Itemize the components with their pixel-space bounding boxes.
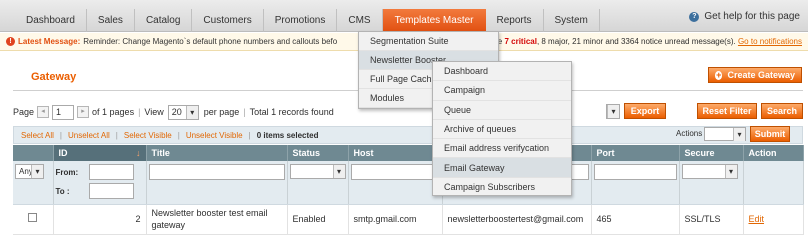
create-gateway-label: Create Gateway: [727, 70, 795, 80]
col-host[interactable]: Host: [348, 145, 443, 161]
reset-filter-button[interactable]: Reset Filter: [697, 103, 757, 119]
help-label: Get help for this page: [704, 11, 800, 22]
newsletter-booster-submenu: Dashboard Campaign Queue Archive of queu…: [432, 61, 572, 196]
row-user: newsletterboostertest@gmail.com: [442, 204, 592, 235]
host-filter-input[interactable]: [350, 164, 440, 180]
submenu-item-campaign-subscribers[interactable]: Campaign Subscribers: [433, 178, 571, 197]
table-row[interactable]: 2 Newsletter booster test email gateway …: [13, 204, 804, 235]
notifications-link[interactable]: Go to notifications: [738, 37, 802, 46]
sort-desc-icon: ↓: [136, 148, 141, 158]
message-text: Reminder: Change Magento`s default phone…: [83, 37, 338, 46]
menu-item-segmentation-suite[interactable]: Segmentation Suite: [359, 32, 498, 51]
id-to-label: To :: [55, 186, 70, 196]
row-id: 2: [53, 204, 147, 235]
export-format-select[interactable]: [606, 104, 620, 119]
help-icon: ?: [689, 11, 700, 22]
submenu-item-queue[interactable]: Queue: [433, 101, 571, 120]
prev-page-arrow-icon[interactable]: ◂: [37, 106, 50, 118]
col-title[interactable]: Title: [146, 145, 288, 161]
nav-dashboard[interactable]: Dashboard: [15, 9, 87, 32]
submenu-item-archive-of-queues[interactable]: Archive of queues: [433, 120, 571, 140]
submenu-item-email-verification[interactable]: Email address verifycation: [433, 139, 571, 159]
row-title: Newsletter booster test email gateway: [146, 204, 288, 235]
unselect-visible-link[interactable]: Unselect Visible: [186, 131, 243, 140]
critical-count[interactable]: 7 critical: [504, 37, 536, 46]
submenu-item-dashboard[interactable]: Dashboard: [433, 62, 571, 82]
select-all-link[interactable]: Select All: [21, 131, 54, 140]
col-status[interactable]: Status: [287, 145, 349, 161]
col-port[interactable]: Port: [591, 145, 680, 161]
row-status: Enabled: [287, 204, 349, 235]
id-from-input[interactable]: [88, 164, 134, 180]
items-selected: 0 items selected: [256, 130, 319, 140]
row-port: 465: [591, 204, 680, 235]
col-massaction: [13, 145, 54, 161]
nav-customers[interactable]: Customers: [192, 9, 264, 32]
select-visible-link[interactable]: Select Visible: [124, 131, 172, 140]
nav-menu: Dashboard Sales Catalog Customers Promot…: [15, 9, 600, 33]
col-action: Action: [743, 145, 804, 161]
page-title: Gateway: [31, 71, 77, 83]
actions-label: Actions: [676, 129, 703, 138]
per-page-select[interactable]: 20: [167, 104, 199, 120]
nav-system[interactable]: System: [544, 9, 600, 32]
col-secure[interactable]: Secure: [679, 145, 744, 161]
submenu-item-campaign[interactable]: Campaign: [433, 81, 571, 101]
nav-reports[interactable]: Reports: [486, 9, 544, 32]
per-page-label: per page: [203, 107, 240, 117]
search-button[interactable]: Search: [761, 103, 803, 119]
row-checkbox[interactable]: [28, 213, 38, 222]
page-label: Page: [13, 107, 35, 117]
view-label: View: [144, 107, 164, 117]
create-gateway-button[interactable]: + Create Gateway: [708, 67, 802, 83]
nav-templates-master[interactable]: Templates Master: [382, 9, 486, 32]
message-label: Latest Message:: [18, 37, 81, 46]
massaction-filter-select[interactable]: Any: [15, 164, 44, 179]
title-filter-input[interactable]: [148, 164, 285, 180]
row-secure: SSL/TLS: [679, 204, 744, 235]
help-link[interactable]: ? Get help for this page: [689, 11, 800, 22]
status-filter-select[interactable]: [289, 164, 346, 179]
secure-filter-select[interactable]: [681, 164, 738, 179]
page-input[interactable]: 1: [52, 104, 75, 120]
col-id[interactable]: ID ↓: [53, 145, 147, 161]
next-page-arrow-icon[interactable]: ▸: [77, 106, 90, 118]
id-to-input[interactable]: [88, 183, 134, 199]
of-pages: of 1 pages: [92, 107, 135, 117]
port-filter-input[interactable]: [593, 164, 677, 180]
submenu-item-email-gateway[interactable]: Email Gateway: [433, 158, 571, 178]
nav-cms[interactable]: CMS: [337, 9, 383, 32]
pager: Page ◂ 1 ▸ of 1 pages | View 20 per page…: [13, 104, 334, 120]
nav-catalog[interactable]: Catalog: [135, 9, 193, 32]
plus-icon: +: [715, 69, 723, 80]
nav-promotions[interactable]: Promotions: [264, 9, 338, 32]
export-button[interactable]: Export: [624, 103, 666, 119]
submit-button[interactable]: Submit: [750, 126, 790, 142]
top-nav: Dashboard Sales Catalog Customers Promot…: [0, 0, 808, 32]
total-records: Total 1 records found: [249, 107, 334, 117]
col-id-label: ID: [58, 148, 68, 158]
unselect-all-link[interactable]: Unselect All: [68, 131, 110, 140]
alert-icon: !: [6, 37, 15, 46]
gateway-grid: ID ↓ Title Status Host Port Secure Action…: [13, 145, 804, 235]
nav-sales[interactable]: Sales: [87, 9, 135, 32]
row-host: smtp.gmail.com: [348, 204, 443, 235]
actions-select[interactable]: [704, 127, 746, 141]
message-counts: , 8 major, 21 minor and 3364 notice unre…: [536, 37, 736, 46]
id-from-label: From:: [55, 167, 79, 177]
message-summary: e 7 critical, 8 major, 21 minor and 3364…: [495, 37, 802, 46]
row-edit-link[interactable]: Edit: [749, 214, 765, 224]
